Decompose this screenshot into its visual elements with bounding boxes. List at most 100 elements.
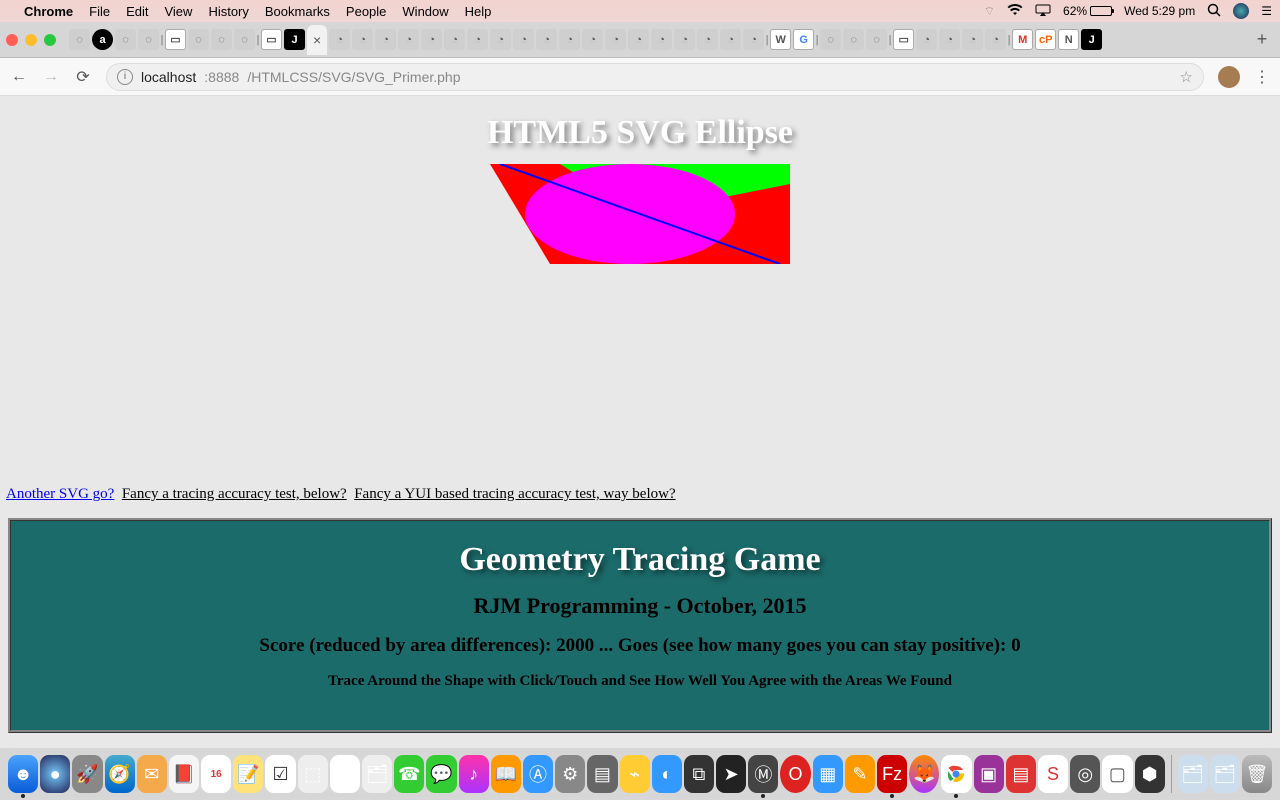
menu-file[interactable]: File — [89, 4, 110, 19]
dock-app-misc11[interactable]: ⬢ — [1135, 755, 1165, 793]
tab-icon[interactable]: ◔ — [916, 29, 937, 50]
tab-icon[interactable]: ◔ — [559, 29, 580, 50]
dock-app-misc3[interactable]: ◐ — [652, 755, 682, 793]
app-name[interactable]: Chrome — [24, 4, 73, 19]
menu-window[interactable]: Window — [402, 4, 448, 19]
siri-icon[interactable] — [1233, 3, 1249, 19]
tab-icon[interactable]: cP — [1035, 29, 1056, 50]
dock-app-terminal[interactable]: ➤ — [716, 755, 746, 793]
dock-app-prefs[interactable]: ⚙ — [555, 755, 585, 793]
dock-app-misc7[interactable]: ▣ — [974, 755, 1004, 793]
tab-icon[interactable]: W — [770, 29, 791, 50]
tab-icon[interactable]: M — [1012, 29, 1033, 50]
tab-icon[interactable]: ▭ — [893, 29, 914, 50]
tab-icon[interactable]: ◌ — [866, 29, 887, 50]
close-tab-icon[interactable]: × — [313, 32, 321, 48]
chrome-menu-icon[interactable]: ⋮ — [1254, 67, 1270, 87]
menu-view[interactable]: View — [164, 4, 192, 19]
back-button[interactable]: ← — [10, 68, 28, 86]
menu-help[interactable]: Help — [465, 4, 492, 19]
menu-edit[interactable]: Edit — [126, 4, 148, 19]
dock-stack-1[interactable]: 🗂 — [1178, 755, 1208, 793]
tab-icon[interactable]: ◔ — [939, 29, 960, 50]
dock-app-appstore[interactable]: Ⓐ — [523, 755, 553, 793]
dock-trash[interactable]: 🗑 — [1242, 755, 1272, 793]
tab-icon[interactable]: ◔ — [674, 29, 695, 50]
tab-icon[interactable]: ◌ — [843, 29, 864, 50]
dock-app-firefox[interactable]: 🦊 — [909, 755, 939, 793]
notification-center-icon[interactable]: ☰ — [1261, 4, 1272, 18]
tab-icon[interactable]: ◔ — [651, 29, 672, 50]
clock[interactable]: Wed 5:29 pm — [1124, 4, 1195, 18]
dock-app-ibooks[interactable]: 📖 — [491, 755, 521, 793]
tab-icon[interactable]: ◔ — [582, 29, 603, 50]
dock-app-sketchup[interactable]: S — [1038, 755, 1068, 793]
dock-app-photos[interactable]: ✿ — [330, 755, 360, 793]
bluetooth-icon[interactable]: ⌔ — [984, 4, 995, 19]
dock-app-misc2[interactable]: ⌁ — [620, 755, 650, 793]
dock-app-calendar[interactable]: 16 — [201, 755, 231, 793]
dock-app-siri[interactable]: ● — [40, 755, 70, 793]
dock-app-mail[interactable]: ✉ — [137, 755, 167, 793]
close-window-button[interactable] — [6, 34, 18, 46]
tab-icon[interactable]: ◔ — [743, 29, 764, 50]
profile-avatar[interactable] — [1218, 66, 1240, 88]
minimize-window-button[interactable] — [25, 34, 37, 46]
tab-icon[interactable]: ◌ — [234, 29, 255, 50]
dock-app-messages[interactable]: 🗂 — [362, 755, 392, 793]
tab-icon[interactable]: ◔ — [513, 29, 534, 50]
menu-history[interactable]: History — [208, 4, 248, 19]
tab-icon[interactable]: ▭ — [261, 29, 282, 50]
tab-icon[interactable]: ◔ — [329, 29, 350, 50]
tab-icon[interactable]: ◔ — [467, 29, 488, 50]
reload-button[interactable]: ⟳ — [74, 67, 92, 87]
dock-app-itunes[interactable]: ♪ — [459, 755, 489, 793]
dock-app-chrome[interactable] — [941, 755, 971, 793]
tab-icon[interactable]: ◔ — [352, 29, 373, 50]
dock-app-facetime[interactable]: ☎ — [394, 755, 424, 793]
link-tracing-test[interactable]: Fancy a tracing accuracy test, below? — [122, 486, 347, 502]
tab-icon[interactable]: ◌ — [138, 29, 159, 50]
tab-icon[interactable]: N — [1058, 29, 1079, 50]
dock-app-filezilla[interactable]: Fz — [877, 755, 907, 793]
tab-icon[interactable]: ◔ — [605, 29, 626, 50]
tab-icon[interactable]: ▭ — [165, 29, 186, 50]
tab-icon[interactable]: J — [1081, 29, 1102, 50]
tab-icon[interactable]: ◔ — [398, 29, 419, 50]
tab-icon[interactable]: ◌ — [115, 29, 136, 50]
link-yui-tracing[interactable]: Fancy a YUI based tracing accuracy test,… — [354, 486, 675, 502]
tab-icon[interactable]: ◔ — [720, 29, 741, 50]
airplay-icon[interactable] — [1035, 4, 1051, 19]
tab-icon[interactable]: ◔ — [962, 29, 983, 50]
dock-app-misc5[interactable]: ▦ — [813, 755, 843, 793]
tab-icon[interactable]: ◔ — [985, 29, 1006, 50]
dock-stack-2[interactable]: 🗂 — [1210, 755, 1240, 793]
tab-icon[interactable]: ◔ — [536, 29, 557, 50]
dock-app-misc1[interactable]: ▤ — [587, 755, 617, 793]
dock-app-finder[interactable]: ☻ — [8, 755, 38, 793]
tab-icon[interactable]: ◌ — [211, 29, 232, 50]
menu-bookmarks[interactable]: Bookmarks — [265, 4, 330, 19]
tab-icon[interactable]: ◔ — [628, 29, 649, 50]
spotlight-icon[interactable] — [1207, 3, 1221, 20]
dock-app-notes[interactable]: 📝 — [233, 755, 263, 793]
dock-app-misc6[interactable]: ✎ — [845, 755, 875, 793]
dock-app-messages2[interactable]: 💬 — [426, 755, 456, 793]
dock-app-launchpad[interactable]: 🚀 — [72, 755, 102, 793]
new-tab-button[interactable]: + — [1250, 29, 1274, 50]
dock-app-reminders[interactable]: ☑ — [265, 755, 295, 793]
link-another-svg[interactable]: Another SVG go? — [6, 486, 114, 502]
tab-icon[interactable]: ◔ — [444, 29, 465, 50]
tab-icon[interactable]: ◌ — [188, 29, 209, 50]
dock-app-misc10[interactable]: ▢ — [1102, 755, 1132, 793]
dock-app-opera[interactable]: O — [780, 755, 810, 793]
dock-app-safari[interactable]: 🧭 — [105, 755, 135, 793]
dock-app-misc4[interactable]: ⧉ — [684, 755, 714, 793]
tab-icon[interactable]: ◌ — [820, 29, 841, 50]
tab-icon[interactable]: ◔ — [490, 29, 511, 50]
tab-icon[interactable]: ◔ — [421, 29, 442, 50]
battery-status[interactable]: 62% — [1063, 4, 1112, 18]
dock-app-mamp[interactable]: Ⓜ — [748, 755, 778, 793]
menu-people[interactable]: People — [346, 4, 386, 19]
dock-app-contacts[interactable]: 📕 — [169, 755, 199, 793]
